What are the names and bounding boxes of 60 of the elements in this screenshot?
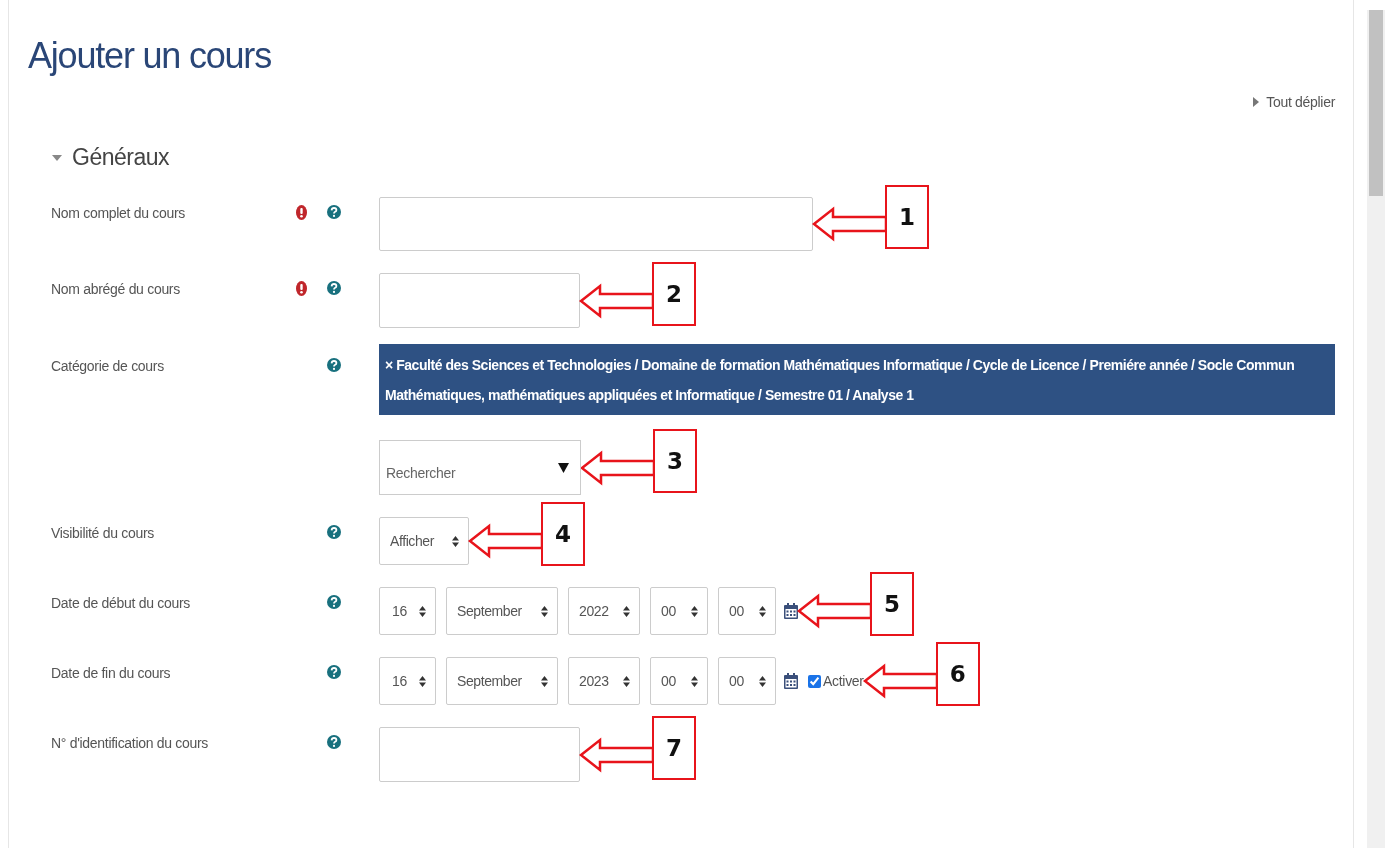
date-select[interactable]: 16 — [379, 587, 436, 635]
help-icon[interactable] — [327, 281, 341, 295]
date-select[interactable]: September — [446, 657, 558, 705]
date-select[interactable]: 00 — [718, 587, 776, 635]
sort-arrows-icon — [541, 605, 548, 617]
scrollbar[interactable] — [1367, 10, 1385, 848]
date-select[interactable]: 00 — [650, 657, 708, 705]
sort-arrows-icon — [419, 675, 426, 687]
checkbox-label: Activer — [823, 673, 864, 689]
date-select[interactable]: 00 — [650, 587, 708, 635]
calendar-icon[interactable] — [784, 673, 798, 689]
section-toggle[interactable]: Généraux — [52, 144, 169, 171]
sort-arrows-icon — [759, 605, 766, 617]
dropdown-arrow-icon — [558, 462, 569, 473]
help-icon[interactable] — [327, 735, 341, 749]
callout-number: 3 — [653, 428, 697, 493]
enable-checkbox[interactable] — [808, 674, 821, 688]
search-field[interactable]: Rechercher — [379, 440, 581, 495]
expand-icon — [1253, 97, 1260, 107]
sort-arrows-icon — [759, 675, 766, 687]
sort-arrows-icon — [452, 535, 459, 547]
field-label: Date de fin du cours — [51, 664, 172, 681]
sort-arrows-icon — [623, 675, 630, 687]
sort-arrows-icon — [541, 675, 548, 687]
date-select[interactable]: 00 — [718, 657, 776, 705]
callout-number: 1 — [885, 185, 929, 249]
text-field[interactable] — [379, 727, 580, 782]
scrollbar-thumb[interactable] — [1369, 10, 1383, 196]
expand-all-link[interactable]: Tout déplier — [1253, 94, 1335, 110]
date-select[interactable]: 2022 — [568, 587, 640, 635]
sort-arrows-icon — [623, 605, 630, 617]
text-field[interactable] — [379, 273, 580, 328]
visibility-select[interactable]: Afficher — [379, 517, 469, 565]
callout-number: 5 — [870, 572, 914, 636]
field-label: Date de début du cours — [51, 594, 191, 611]
sort-arrows-icon — [419, 605, 426, 617]
field-label: Visibilité du cours — [51, 524, 155, 541]
category-tag[interactable]: × Faculté des Sciences et Technologies / Domaine de formation Mathématiques Informatique / Cycle de Licence / Premiére année / Socle Commun Mathématiques, mathématiques appliquées et Informatique / Semestre 01 / Analyse 1 — [379, 344, 1335, 415]
callout-number: 4 — [541, 502, 585, 566]
date-select[interactable]: 16 — [379, 657, 436, 705]
callout-number: 7 — [652, 715, 696, 780]
help-icon[interactable] — [327, 665, 341, 679]
caret-icon — [52, 154, 62, 161]
field-label: Catégorie de cours — [51, 357, 165, 374]
field-label: N° d'identification du cours — [51, 734, 210, 751]
page-title: Ajouter un cours — [28, 34, 272, 78]
sort-arrows-icon — [691, 605, 698, 617]
help-icon[interactable] — [327, 358, 341, 372]
calendar-icon[interactable] — [784, 603, 798, 619]
help-icon[interactable] — [327, 525, 341, 539]
callout-number: 6 — [935, 642, 980, 706]
help-icon[interactable] — [327, 205, 341, 219]
date-select[interactable]: September — [446, 587, 558, 635]
text-field[interactable] — [379, 197, 813, 251]
field-label: Nom complet du cours — [51, 204, 187, 221]
sort-arrows-icon — [691, 675, 698, 687]
callout-number: 2 — [652, 261, 696, 326]
help-icon[interactable] — [327, 595, 341, 609]
date-select[interactable]: 2023 — [568, 657, 640, 705]
field-label: Nom abrégé du cours — [51, 280, 181, 297]
